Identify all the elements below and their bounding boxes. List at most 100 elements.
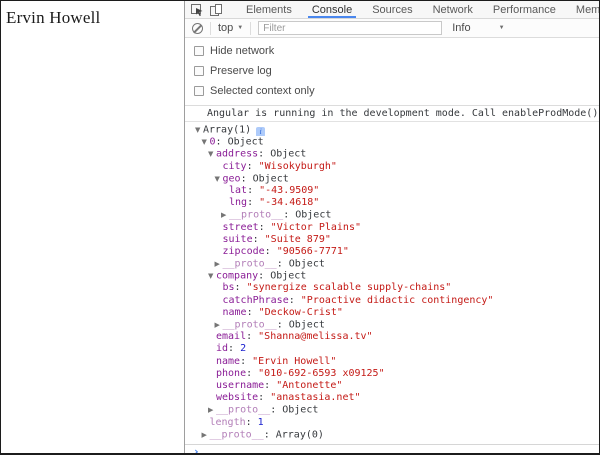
property-key: address — [216, 148, 259, 160]
property-key: zipcode — [222, 245, 265, 257]
key-value-separator: : — [264, 379, 277, 391]
tab-memory[interactable]: Memory — [566, 1, 599, 18]
tree-line: ▼ 0: Object — [185, 136, 599, 148]
expander-open-icon[interactable]: ▼ — [202, 136, 210, 148]
expander-closed-icon[interactable]: ▶ — [202, 429, 210, 441]
checkbox-icon[interactable] — [194, 66, 204, 76]
key-value-separator: : — [247, 197, 260, 209]
key-value-separator: : — [215, 136, 228, 148]
checkbox-icon[interactable] — [194, 86, 204, 96]
console-filter-input[interactable] — [258, 21, 443, 35]
tree-line: zipcode: "90566-7771" — [185, 246, 599, 258]
tab-network[interactable]: Network — [423, 1, 483, 18]
property-value: "Proactive didactic contingency" — [300, 294, 494, 306]
property-key: catchPhrase — [222, 294, 289, 306]
property-value: "010-692-6593 x09125" — [258, 367, 385, 379]
checkbox-icon[interactable] — [194, 46, 204, 56]
expander-closed-icon[interactable]: ▶ — [208, 404, 216, 416]
expander-closed-icon[interactable]: ▶ — [221, 209, 229, 221]
key-value-separator: : — [240, 355, 253, 367]
key-value-separator: : — [263, 429, 276, 441]
key-value-separator: : — [246, 306, 259, 318]
devtools-panel: Elements Console Sources Network Performance… — [184, 1, 599, 453]
expander-open-icon[interactable]: ▼ — [195, 124, 203, 136]
property-key: lat — [229, 184, 248, 196]
console-option-row: Hide network — [185, 41, 599, 61]
browser-screenshot: Ervin Howell Elements Console Sources Netwo… — [0, 0, 600, 455]
log-level-selector[interactable]: Info ▼ — [452, 22, 504, 34]
property-key: bs — [222, 282, 235, 294]
property-value: "Ervin Howell" — [252, 355, 337, 367]
expander-closed-icon[interactable]: ▶ — [215, 319, 223, 331]
checkbox-label: Hide network — [210, 45, 275, 57]
property-value: Object — [227, 136, 264, 148]
property-key: suite — [222, 233, 253, 245]
key-value-separator: : — [258, 392, 271, 404]
chevron-down-icon: ▼ — [237, 25, 244, 31]
property-value: "Deckow-Crist" — [258, 306, 343, 318]
tab-console[interactable]: Console — [302, 1, 362, 18]
property-key: city — [222, 160, 247, 172]
tree-line: ▼ geo: Object — [185, 173, 599, 185]
device-toolbar-icon[interactable] — [209, 3, 224, 16]
tree-line: email: "Shanna@melissa.tv" — [185, 331, 599, 343]
tree-line: phone: "010-692-6593 x09125" — [185, 368, 599, 380]
console-toolbar: top ▼ Info ▼ — [185, 19, 599, 38]
property-value: Object — [295, 209, 332, 221]
property-value: "Antonette" — [276, 379, 343, 391]
console-option-row: Preserve log — [185, 61, 599, 81]
property-key: __proto__ — [229, 209, 284, 221]
property-key: __proto__ — [216, 404, 271, 416]
tab-performance[interactable]: Performance — [483, 1, 566, 18]
expander-open-icon[interactable]: ▼ — [208, 270, 216, 282]
key-value-separator: : — [258, 148, 271, 160]
key-value-separator: : — [246, 160, 259, 172]
property-value: "anastasia.net" — [270, 392, 361, 404]
tree-line: lng: "-34.4618" — [185, 197, 599, 209]
property-key: lng — [229, 197, 248, 209]
inspect-element-icon[interactable] — [190, 3, 205, 16]
tab-sources[interactable]: Sources — [362, 1, 422, 18]
property-value: 2 — [240, 343, 247, 355]
console-prompt[interactable]: › — [185, 443, 599, 453]
key-value-separator: : — [228, 343, 241, 355]
property-value: "Shanna@melissa.tv" — [258, 331, 373, 343]
property-key: __proto__ — [209, 429, 264, 441]
property-value: "Victor Plains" — [270, 221, 361, 233]
devtools-tabs: Elements Console Sources Network Performance… — [236, 1, 599, 18]
key-value-separator: : — [246, 367, 259, 379]
tree-line: ▼ company: Object — [185, 270, 599, 282]
key-value-separator: : — [234, 282, 247, 294]
property-value: "-34.4618" — [259, 197, 320, 209]
key-value-separator: : — [283, 209, 296, 221]
expander-open-icon[interactable]: ▼ — [208, 148, 216, 160]
info-badge-icon: i — [256, 126, 266, 137]
key-value-separator: : — [258, 270, 271, 282]
console-option-row: Selected context only — [185, 81, 599, 101]
property-value: Object — [270, 148, 307, 160]
execution-context-selector[interactable]: top ▼ — [218, 22, 243, 34]
property-value: Array(0) — [275, 429, 324, 441]
property-key: email — [216, 331, 247, 343]
chevron-down-icon: ▼ — [498, 25, 505, 31]
tab-elements[interactable]: Elements — [236, 1, 302, 18]
tree-line: name: "Deckow-Crist" — [185, 307, 599, 319]
property-key: __proto__ — [222, 319, 277, 331]
tree-line: ▶ __proto__: Array(0) — [185, 429, 599, 441]
context-selector-label: top — [218, 22, 234, 34]
toolbar-divider — [210, 21, 211, 35]
expander-open-icon[interactable]: ▼ — [215, 173, 223, 185]
tree-line: ▼ Array(1) i — [185, 124, 599, 137]
expander-closed-icon[interactable]: ▶ — [215, 258, 223, 270]
tree-line: ▶ __proto__: Object — [185, 404, 599, 416]
property-value: "90566-7771" — [276, 245, 349, 257]
key-value-separator: : — [245, 416, 258, 428]
property-value: Object — [252, 173, 289, 185]
property-value: Object — [288, 319, 325, 331]
property-key: id — [216, 343, 229, 355]
property-value: Object — [270, 270, 307, 282]
devtools-tab-bar: Elements Console Sources Network Performance… — [185, 1, 599, 19]
clear-console-icon[interactable] — [192, 22, 203, 34]
property-key: __proto__ — [222, 258, 277, 270]
tree-line: ▶ __proto__: Object — [185, 258, 599, 270]
